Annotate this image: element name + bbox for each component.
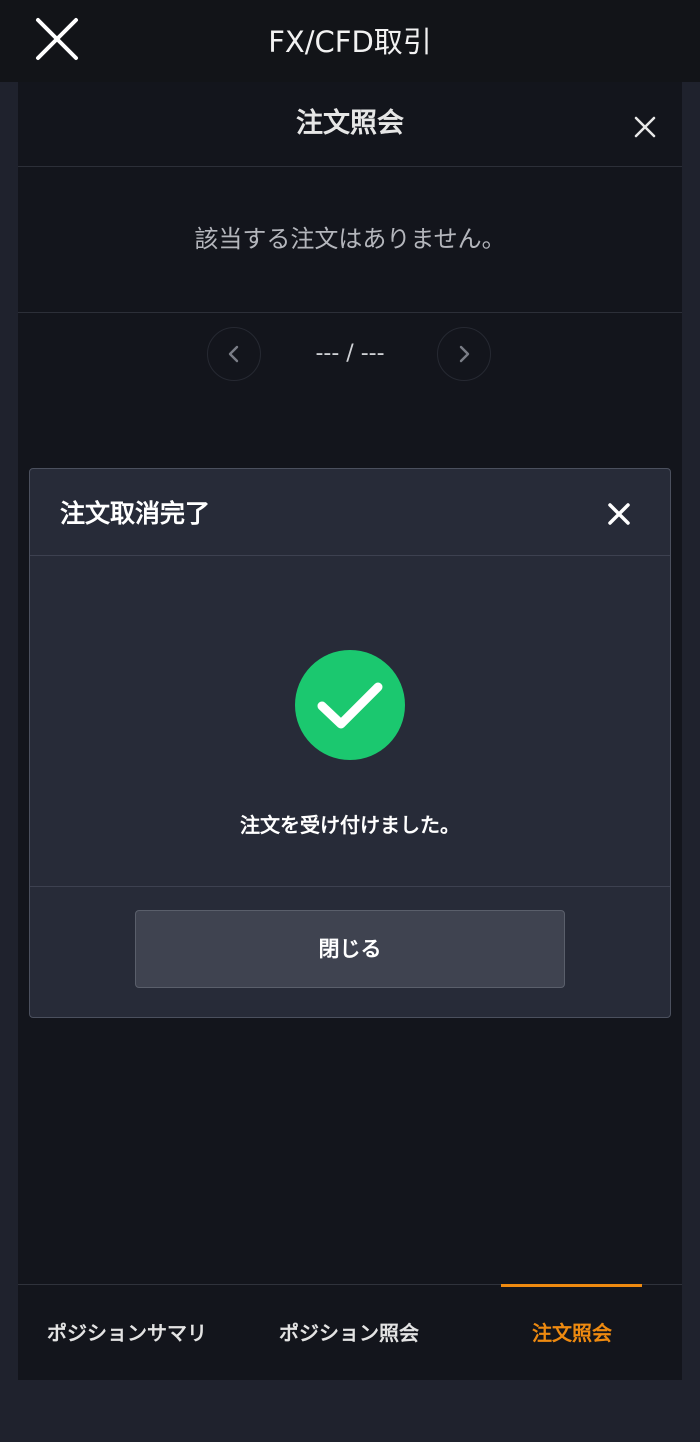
tab-position-summary[interactable]: ポジションサマリ — [18, 1285, 236, 1381]
panel-close-button[interactable] — [634, 116, 656, 138]
chevron-right-icon — [459, 345, 470, 363]
bottom-band — [0, 1380, 700, 1442]
empty-message: 該当する注文はありません。 — [18, 167, 682, 313]
cancel-complete-dialog: 注文取消完了 注文を受け付けました。 閉じる — [29, 468, 671, 1018]
tab-position-inquiry[interactable]: ポジション照会 — [240, 1285, 458, 1381]
right-margin — [682, 82, 700, 1282]
next-page-button[interactable] — [437, 327, 491, 381]
dialog-message: 注文を受け付けました。 — [240, 813, 460, 837]
dialog-divider — [30, 886, 670, 887]
dialog-close-button[interactable] — [608, 503, 630, 525]
tab-order-inquiry[interactable]: 注文照会 — [463, 1285, 681, 1381]
left-margin — [0, 82, 18, 1282]
bottom-tab-bar: ポジションサマリ ポジション照会 注文照会 — [18, 1284, 682, 1381]
close-icon — [608, 503, 630, 525]
close-icon — [634, 116, 656, 138]
dialog-header: 注文取消完了 — [30, 469, 670, 556]
success-check-icon — [295, 650, 405, 760]
top-bar: FX/CFD取引 — [0, 0, 700, 82]
chevron-left-icon — [228, 345, 239, 363]
app-title: FX/CFD取引 — [268, 25, 432, 59]
dialog-title: 注文取消完了 — [60, 499, 211, 528]
panel-title: 注文照会 — [296, 108, 404, 139]
close-dialog-button[interactable]: 閉じる — [135, 910, 565, 988]
page-indicator: --- / --- — [315, 341, 385, 366]
panel-header: 注文照会 — [18, 82, 682, 167]
